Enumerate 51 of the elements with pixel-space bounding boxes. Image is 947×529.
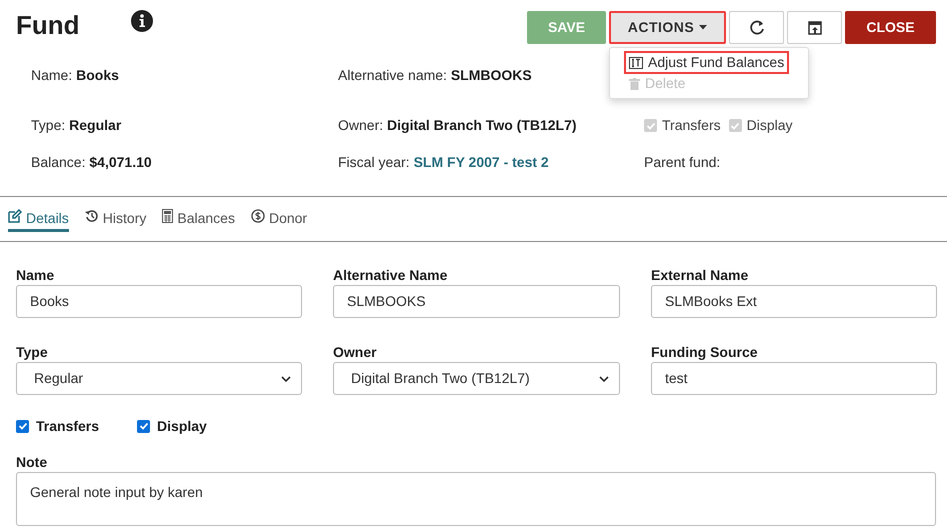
input-field[interactable]: SLMBooks Ext	[651, 285, 937, 318]
calculator-icon	[162, 209, 174, 223]
chevron-icon	[599, 376, 609, 382]
field-label: Type	[16, 343, 49, 360]
export-icon	[808, 20, 822, 34]
summary-field: Balance: $4,071.10	[31, 152, 152, 173]
trash-icon	[629, 78, 640, 90]
summary-field: Alternative name: SLMBOOKS	[338, 65, 532, 86]
caret-icon	[699, 25, 708, 30]
dropdown[interactable]: Digital Branch Two (TB12L7)	[333, 362, 620, 395]
page-title: Fund	[16, 9, 81, 42]
summary-field: Name: Books	[31, 65, 119, 86]
checkbox[interactable]	[16, 420, 29, 432]
chevron-icon	[281, 376, 291, 382]
history-icon	[84, 209, 99, 223]
field-label: Alternative Name	[333, 266, 448, 283]
close-button[interactable]: CLOSE	[845, 11, 936, 44]
checkbox-label: Display	[746, 116, 793, 135]
info-icon[interactable]	[131, 10, 153, 32]
tab[interactable]: History	[84, 208, 146, 232]
field-label: Funding Source	[651, 343, 759, 360]
refresh-button[interactable]	[729, 11, 784, 44]
input-field[interactable]: SLMBOOKS	[333, 285, 620, 318]
checkbox-label: Transfers	[36, 416, 100, 436]
field-label: External Name	[651, 266, 750, 283]
menu-item[interactable]: Adjust Fund Balances	[625, 52, 788, 73]
checkbox[interactable]	[137, 420, 150, 432]
summary-field: Owner: Digital Branch Two (TB12L7)	[338, 115, 577, 136]
dollar-circle-icon	[250, 209, 265, 223]
refresh-icon	[748, 20, 764, 36]
edit-icon	[8, 209, 22, 223]
summary-field: Fiscal year:	[338, 152, 414, 173]
menu-item: Delete	[625, 73, 690, 94]
adjust-icon	[629, 56, 643, 68]
summary-field: Parent fund:	[644, 152, 720, 173]
input-field[interactable]: Books	[16, 285, 302, 318]
export-button[interactable]	[787, 11, 842, 44]
note-textarea[interactable]: General note input by karen	[16, 472, 936, 526]
field-label: Owner	[333, 343, 378, 360]
tab[interactable]: Details	[8, 208, 69, 232]
checkbox-label: Display	[157, 416, 207, 436]
dropdown[interactable]: Regular	[16, 362, 302, 395]
input-field[interactable]: test	[651, 362, 937, 395]
summary-field: Type: Regular	[31, 115, 122, 136]
field-label: Note	[16, 453, 48, 470]
checkbox-label: Transfers	[662, 116, 721, 135]
fiscal-year-link[interactable]: SLM FY 2007 - test 2	[414, 152, 549, 173]
tab[interactable]: Donor	[250, 208, 308, 232]
tab[interactable]: Balances	[162, 208, 235, 232]
field-label: Name	[16, 266, 56, 283]
actions-button[interactable]: ACTIONS	[609, 11, 726, 44]
